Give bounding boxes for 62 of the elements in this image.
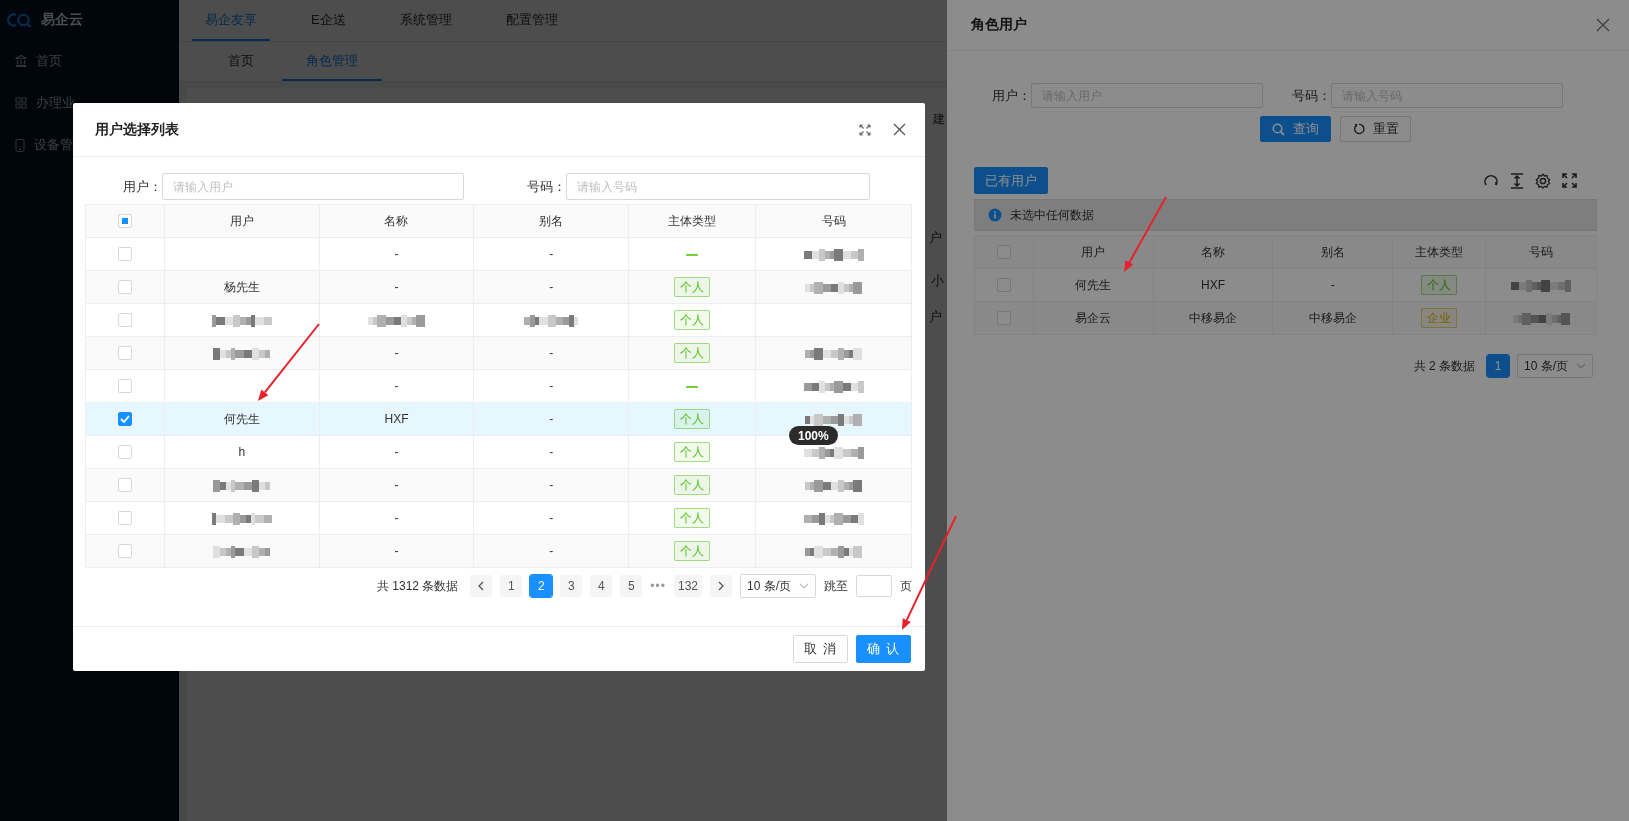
table-cell: - xyxy=(473,237,629,271)
alert-text: 未选中任何数据 xyxy=(1010,206,1094,224)
table-cell: 何先生 xyxy=(1033,268,1154,302)
table-cell: HXF xyxy=(1153,268,1273,302)
table-cell: - xyxy=(319,534,474,568)
table-cell: - xyxy=(473,270,629,304)
jump-label: 跳至 xyxy=(824,577,848,595)
column-header: 名称 xyxy=(319,204,474,238)
table-cell: - xyxy=(473,402,629,436)
table-cell: 何先生 xyxy=(164,402,320,436)
table-cell: - xyxy=(473,369,629,403)
field-label: 用户： xyxy=(991,86,1031,105)
table-cell: - xyxy=(319,336,474,370)
table-cell: h xyxy=(164,435,320,469)
table-cell: - xyxy=(473,468,629,502)
dialog-title: 用户选择列表 xyxy=(95,120,180,139)
ellipsis-text: ••• xyxy=(650,579,666,593)
table-cell: 易企云 xyxy=(1033,301,1154,335)
table-cell: HXF xyxy=(319,402,474,436)
table-cell: - xyxy=(319,435,474,469)
table-cell: - xyxy=(473,336,629,370)
table-cell: 小 xyxy=(931,272,944,290)
table-cell: - xyxy=(473,501,629,535)
total-count: 共 1312 条数据 xyxy=(376,577,459,595)
type-tag: 个人 xyxy=(674,409,710,429)
column-header: 名称 xyxy=(1153,235,1273,269)
column-header: 主体类型 xyxy=(1392,235,1486,269)
column-header: 用户 xyxy=(1033,235,1154,269)
total-count: 共 2 条数据 xyxy=(1413,357,1475,375)
table-cell: - xyxy=(473,435,629,469)
column-header: 号码 xyxy=(755,204,912,238)
column-header: 别名 xyxy=(473,204,629,238)
drawer-title: 角色用户 xyxy=(971,16,1027,34)
column-header: 号码 xyxy=(1485,235,1597,269)
page-label: 页 xyxy=(900,577,912,595)
type-tag: 个人 xyxy=(674,442,710,462)
table-cell: 户 xyxy=(929,308,942,326)
type-tag: 个人 xyxy=(674,541,710,561)
table-cell: - xyxy=(319,270,474,304)
zoom-badge: 100% xyxy=(789,426,838,445)
type-tag: 个人 xyxy=(674,277,710,297)
app-logo-text: 易企云 xyxy=(41,11,83,29)
field-label: 号码： xyxy=(526,177,566,196)
type-tag: 个人 xyxy=(674,475,710,495)
table-cell: - xyxy=(1272,268,1393,302)
table-cell: 中移易企 xyxy=(1272,301,1393,335)
column-header: 别名 xyxy=(1272,235,1393,269)
type-tag: 个人 xyxy=(674,310,710,330)
column-header: 用户 xyxy=(164,204,320,238)
field-label: 号码： xyxy=(1291,86,1331,105)
table-cell: - xyxy=(319,501,474,535)
type-tag: 个人 xyxy=(674,508,710,528)
field-label: 用户： xyxy=(122,177,162,196)
table-cell: - xyxy=(319,237,474,271)
type-tag: 个人 xyxy=(674,343,710,363)
table-cell: 中移易企 xyxy=(1153,301,1273,335)
table-cell: 户 xyxy=(929,229,942,247)
table-cell: - xyxy=(319,468,474,502)
column-header: 主体类型 xyxy=(628,204,756,238)
table-cell: 杨先生 xyxy=(164,270,320,304)
table-cell: - xyxy=(319,369,474,403)
table-cell: - xyxy=(473,534,629,568)
